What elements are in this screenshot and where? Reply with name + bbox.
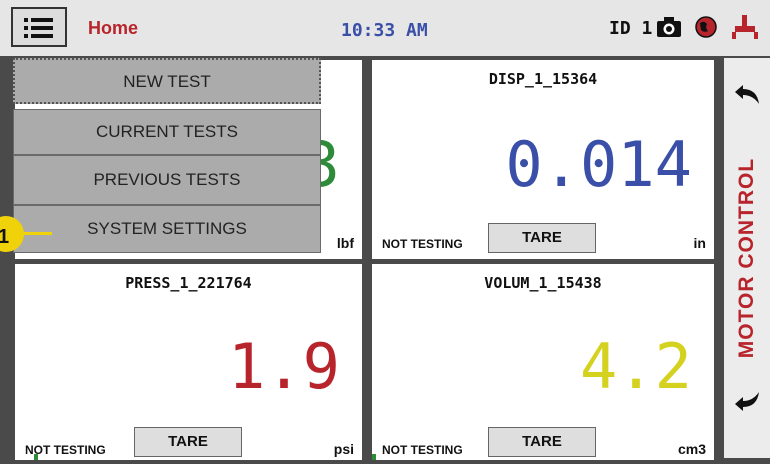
clock: 10:33 AM <box>341 20 428 41</box>
callout-number: 1 <box>0 226 10 248</box>
menu-item-system-settings[interactable]: SYSTEM SETTINGS <box>13 205 321 253</box>
menu-item-label: NEW TEST <box>123 72 211 91</box>
menu-item-label: SYSTEM SETTINGS <box>87 219 247 238</box>
tare-button[interactable]: TARE <box>488 223 596 253</box>
status-indicator <box>372 454 376 460</box>
sensor-panel-volum[interactable]: VOLUM_1_15438 4.2 NOT TESTING TARE cm3 <box>372 264 714 460</box>
sensor-value: 1.9 <box>228 330 340 403</box>
device-id-label: ID 1 <box>609 18 653 39</box>
hamburger-menu-icon[interactable] <box>11 7 67 47</box>
status-indicator <box>34 454 38 460</box>
menu-item-label: PREVIOUS TESTS <box>93 170 241 189</box>
sensor-unit: lbf <box>336 235 354 251</box>
sensor-unit: psi <box>333 441 354 457</box>
sensor-panel-press[interactable]: PRESS_1_221764 1.9 NOT TESTING TARE psi <box>15 264 362 460</box>
callout-line <box>20 232 52 235</box>
tare-button[interactable]: TARE <box>134 427 242 457</box>
tare-button[interactable]: TARE <box>488 427 596 457</box>
camera-icon[interactable] <box>656 16 682 38</box>
sensor-unit: in <box>693 235 706 251</box>
plug-icon[interactable] <box>730 14 760 40</box>
sensor-unit: cm3 <box>677 441 706 457</box>
arrow-up-left-icon[interactable] <box>733 84 761 106</box>
test-status: NOT TESTING <box>382 443 463 457</box>
menu-item-current-tests[interactable]: CURRENT TESTS <box>13 109 321 155</box>
menu-item-label: CURRENT TESTS <box>95 122 238 141</box>
motor-control-label: MOTOR CONTROL <box>735 157 758 359</box>
globe-icon[interactable] <box>695 16 717 38</box>
sensor-value: 4.2 <box>580 330 692 403</box>
motor-control-bar[interactable]: MOTOR CONTROL <box>724 58 770 458</box>
menu-item-previous-tests[interactable]: PREVIOUS TESTS <box>13 155 321 205</box>
sensor-title: VOLUM_1_15438 <box>484 274 602 292</box>
sensor-value: 0.014 <box>505 128 692 201</box>
sensor-title: DISP_1_15364 <box>488 70 598 88</box>
header-bar: Home 10:33 AM ID 1 <box>0 0 770 56</box>
sensor-panel-disp[interactable]: DISP_1_15364 0.014 NOT TESTING TARE in <box>372 60 714 259</box>
menu-item-new-test[interactable]: NEW TEST <box>13 58 321 104</box>
test-status: NOT TESTING <box>382 237 463 251</box>
page-title: Home <box>88 18 139 38</box>
sensor-title: PRESS_1_221764 <box>125 274 252 292</box>
arrow-down-left-icon[interactable] <box>733 390 761 412</box>
